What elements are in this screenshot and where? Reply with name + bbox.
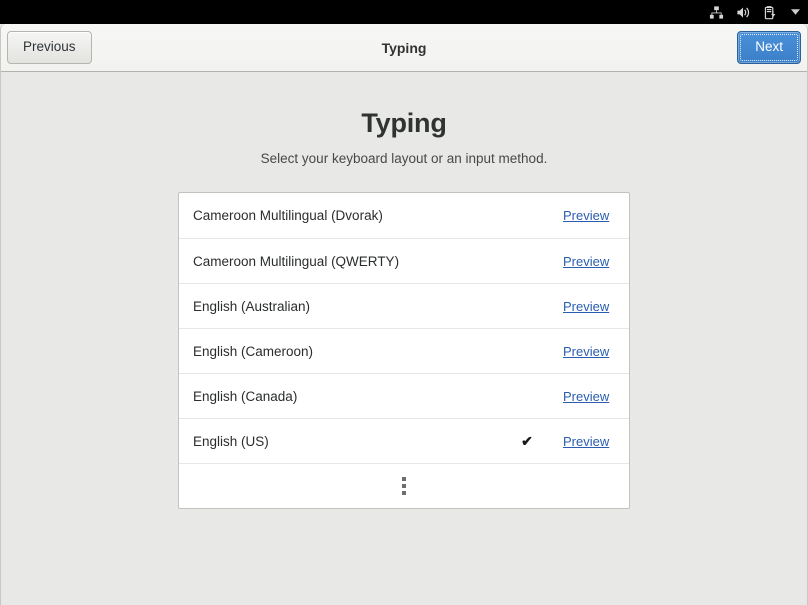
- previous-button[interactable]: Previous: [7, 31, 92, 64]
- row-actions: ✔ Preview: [514, 343, 617, 360]
- preview-link[interactable]: Preview: [563, 299, 617, 314]
- battery-charging-icon[interactable]: [762, 4, 778, 20]
- list-item[interactable]: Cameroon Multilingual (Dvorak) ✔ Preview: [179, 193, 629, 238]
- list-item[interactable]: English (Australian) ✔ Preview: [179, 283, 629, 328]
- system-tray[interactable]: [708, 4, 801, 20]
- row-actions: ✔ Preview: [514, 207, 617, 224]
- keyboard-layout-list: Cameroon Multilingual (Dvorak) ✔ Preview…: [178, 192, 630, 509]
- main-content: Typing Select your keyboard layout or an…: [1, 72, 807, 604]
- header-title: Typing: [381, 39, 427, 56]
- preview-link[interactable]: Preview: [563, 254, 617, 269]
- layout-name: Cameroon Multilingual (Dvorak): [193, 208, 383, 223]
- preview-link[interactable]: Preview: [563, 344, 617, 359]
- more-vertical-icon: [402, 477, 406, 495]
- row-actions: ✔ Preview: [514, 298, 617, 315]
- system-top-bar: [0, 0, 808, 24]
- page-subtitle: Select your keyboard layout or an input …: [260, 151, 548, 166]
- list-item[interactable]: English (Canada) ✔ Preview: [179, 373, 629, 418]
- screen: Previous Typing Next Typing Select your …: [0, 0, 808, 605]
- list-item-selected[interactable]: English (US) ✔ Preview: [179, 418, 629, 463]
- preview-link[interactable]: Preview: [563, 208, 617, 223]
- next-button-label: Next: [755, 39, 783, 55]
- layout-name: Cameroon Multilingual (QWERTY): [193, 253, 400, 269]
- layout-name: English (Australian): [193, 298, 311, 314]
- layout-name: English (Cameroon): [193, 343, 314, 359]
- list-item[interactable]: English (Cameroon) ✔ Preview: [179, 328, 629, 373]
- volume-high-icon[interactable]: [735, 4, 751, 20]
- preview-link[interactable]: Preview: [563, 389, 617, 404]
- selected-check-icon: ✔: [521, 432, 533, 449]
- preview-link[interactable]: Preview: [563, 434, 617, 449]
- network-wired-icon[interactable]: [708, 4, 724, 20]
- layout-name: English (Canada): [193, 388, 298, 404]
- row-actions: ✔ Preview: [514, 388, 617, 405]
- layout-name: English (US): [193, 433, 269, 449]
- page-title: Typing: [361, 108, 447, 138]
- chevron-down-icon[interactable]: [789, 6, 801, 18]
- row-actions: ✔ Preview: [514, 433, 617, 450]
- setup-window: Previous Typing Next Typing Select your …: [0, 24, 808, 605]
- header-bar: Previous Typing Next: [1, 24, 807, 72]
- list-item[interactable]: Cameroon Multilingual (QWERTY) ✔ Preview: [179, 238, 629, 283]
- row-actions: ✔ Preview: [514, 253, 617, 270]
- next-button[interactable]: Next: [737, 31, 801, 64]
- show-more-button[interactable]: [179, 463, 629, 508]
